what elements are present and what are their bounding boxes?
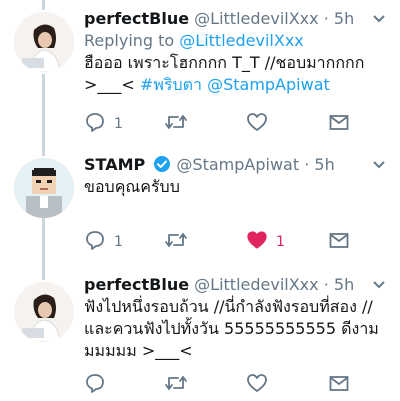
author-handle[interactable]: @LittledevilXxx [194, 275, 318, 294]
tweet-text: ขอบคุณครับบ [84, 176, 392, 198]
chevron-down-icon[interactable] [372, 156, 386, 178]
tweet[interactable]: STAMP @StampApiwat · 5h ขอบคุณครับบ 1 1 [0, 150, 400, 270]
retweet-icon [164, 111, 188, 137]
reply-icon [84, 111, 106, 137]
reply-icon [84, 372, 106, 398]
tweet-text-line: ฟังไปหนึ่งรอบถ้วน //นี่กำลังฟังรอบที่สอง… [84, 297, 373, 316]
reply-count: 1 [114, 234, 123, 250]
separator-dot: · [323, 9, 329, 28]
action-bar [84, 373, 384, 397]
tweet[interactable]: perfectBlue @LittledevilXxx · 5h ฟังไปหน… [0, 270, 400, 401]
separator-dot: · [323, 275, 329, 294]
separator-dot: · [304, 155, 310, 174]
action-bar: 1 [84, 112, 384, 136]
heart-icon [246, 229, 268, 255]
like-button[interactable] [246, 373, 276, 397]
retweet-icon [164, 372, 188, 398]
tweet-text-line: และควนฟังไปทั้งวัน 55555555555 ดีงาม [84, 319, 379, 338]
author-handle[interactable]: @LittledevilXxx [194, 9, 318, 28]
tweet-header: STAMP @StampApiwat · 5h [84, 154, 392, 176]
reply-button[interactable]: 1 [84, 112, 123, 136]
reply-count: 1 [114, 116, 123, 132]
retweet-button[interactable] [164, 230, 196, 254]
like-button[interactable] [246, 112, 276, 136]
heart-icon [246, 372, 268, 398]
author-handle[interactable]: @StampApiwat [176, 155, 299, 174]
share-button[interactable] [328, 230, 350, 254]
timestamp[interactable]: 5h [334, 275, 354, 294]
mention-link[interactable]: @StampApiwat [207, 75, 330, 94]
tweet[interactable]: perfectBlue @LittledevilXxx · 5h Replyin… [0, 0, 400, 150]
envelope-icon [328, 372, 350, 398]
replying-to-handle[interactable]: @LittledevilXxx [179, 31, 303, 50]
retweet-button[interactable] [164, 373, 196, 397]
tweet-text: ฟังไปหนึ่งรอบถ้วน //นี่กำลังฟังรอบที่สอง… [84, 296, 392, 362]
reply-icon [84, 229, 106, 255]
action-bar: 1 1 [84, 230, 384, 254]
timestamp[interactable]: 5h [334, 9, 354, 28]
tweet-header: perfectBlue @LittledevilXxx · 5h [84, 8, 392, 30]
avatar[interactable] [14, 282, 74, 342]
replying-to: Replying to @LittledevilXxx [84, 30, 392, 52]
reply-button[interactable] [84, 373, 114, 397]
retweet-button[interactable] [164, 112, 196, 136]
tweet-text: ฮือออ เพราะโฮกกกก T_T //ชอบมากกกก >___< … [84, 52, 392, 96]
tweet-text-line: ฮือออ เพราะโฮกกกก T_T //ชอบมากกกก [84, 53, 365, 72]
like-button[interactable]: 1 [246, 230, 285, 254]
author-name[interactable]: perfectBlue [84, 275, 189, 294]
tweet-text-line: มมมมม >___< [84, 341, 193, 360]
avatar[interactable] [14, 158, 74, 218]
replying-to-label: Replying to [84, 31, 180, 50]
share-button[interactable] [328, 112, 350, 136]
tweet-text-line: ขอบคุณครับบ [84, 177, 180, 196]
tweet-text-line: >___< [84, 75, 140, 94]
heart-icon [246, 111, 268, 137]
chevron-down-icon[interactable] [372, 10, 386, 32]
envelope-icon [328, 229, 350, 255]
timestamp[interactable]: 5h [314, 155, 334, 174]
verified-badge-icon [153, 155, 171, 179]
avatar[interactable] [14, 12, 74, 72]
author-name[interactable]: STAMP [84, 155, 145, 174]
author-name[interactable]: perfectBlue [84, 9, 189, 28]
tweet-header: perfectBlue @LittledevilXxx · 5h [84, 274, 392, 296]
hashtag-link[interactable]: #พริบตา [140, 75, 202, 94]
share-button[interactable] [328, 373, 350, 397]
retweet-icon [164, 229, 188, 255]
like-count: 1 [276, 234, 285, 250]
chevron-down-icon[interactable] [372, 276, 386, 298]
reply-button[interactable]: 1 [84, 230, 123, 254]
envelope-icon [328, 111, 350, 137]
